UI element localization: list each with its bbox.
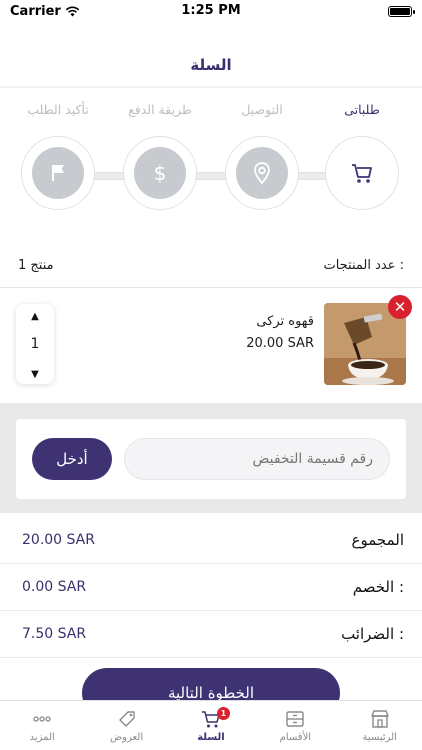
tax-label: الضرائب : — [341, 625, 404, 643]
tab-bar: المزيد العروض 1 السلة الأقسام الرئيسية — [0, 700, 422, 750]
tab-more[interactable]: المزيد — [0, 701, 84, 750]
coupon-section: أدخل — [0, 403, 422, 513]
status-bar: Carrier 1:25 PM — [0, 0, 422, 22]
product-name: قهوه تركى — [256, 314, 314, 329]
coupon-card: أدخل — [16, 419, 406, 499]
step-confirm-order[interactable]: تأكيد الطلب — [16, 100, 100, 210]
nav-divider — [0, 86, 422, 88]
step-label: طريقة الدفع — [128, 102, 192, 117]
cart-icon — [336, 147, 388, 199]
cart-badge: 1 — [216, 707, 230, 720]
battery-icon — [388, 5, 415, 17]
tax-value: 7.50 SAR — [22, 626, 87, 642]
tab-offers[interactable]: العروض — [85, 701, 169, 750]
discount-value: 0.00 SAR — [22, 579, 87, 595]
dollar-icon: $ — [134, 147, 186, 199]
product-count-label: عدد المنتجات : — [323, 257, 404, 273]
status-time: 1:25 PM — [181, 3, 241, 18]
tab-label: السلة — [197, 732, 225, 743]
discount-row: 0.00 SAR الخصم : — [0, 564, 422, 611]
tab-label: الأقسام — [279, 732, 312, 743]
quantity-value: 1 — [30, 336, 40, 352]
tab-label: الرئيسية — [362, 732, 397, 743]
step-delivery[interactable]: التوصيل — [220, 100, 304, 210]
order-totals: 20.00 SAR المجموع 0.00 SAR الخصم : 7.50 … — [0, 517, 422, 658]
product-price: 20.00 SAR — [246, 336, 314, 351]
increase-quantity-button[interactable]: ▲ — [16, 304, 54, 326]
tab-home[interactable]: الرئيسية — [338, 701, 422, 750]
step-my-orders[interactable]: طلباتى — [320, 100, 404, 210]
svg-text:$: $ — [154, 161, 167, 185]
quantity-stepper[interactable]: ▲ 1 ▼ — [16, 304, 54, 384]
coupon-code-input[interactable] — [124, 438, 390, 480]
store-icon — [371, 710, 389, 728]
page-title: السلة — [190, 56, 232, 74]
step-label: تأكيد الطلب — [27, 102, 89, 117]
more-dots-icon — [33, 716, 51, 722]
subtotal-row: 20.00 SAR المجموع — [0, 517, 422, 564]
location-pin-icon — [236, 147, 288, 199]
step-payment[interactable]: طريقة الدفع $ — [118, 100, 202, 210]
subtotal-label: المجموع — [351, 531, 404, 549]
flag-icon — [32, 147, 84, 199]
tab-label: العروض — [110, 732, 144, 743]
cart-item: ▲ 1 ▼ قهوه تركى 20.00 SAR ✕ — [0, 290, 422, 400]
decrease-quantity-button[interactable]: ▼ — [16, 362, 54, 384]
divider — [0, 287, 422, 288]
product-count-value: 1 منتج — [18, 257, 54, 273]
apply-coupon-button[interactable]: أدخل — [32, 438, 112, 480]
offer-tag-icon — [118, 711, 135, 727]
subtotal-value: 20.00 SAR — [22, 532, 95, 548]
categories-box-icon — [286, 711, 305, 727]
tab-label: المزيد — [29, 732, 55, 743]
remove-item-button[interactable]: ✕ — [388, 295, 412, 319]
tab-cart[interactable]: 1 السلة — [169, 701, 253, 750]
tab-categories[interactable]: الأقسام — [253, 701, 337, 750]
tax-row: 7.50 SAR الضرائب : — [0, 611, 422, 658]
step-label: التوصيل — [241, 102, 283, 117]
discount-label: الخصم : — [352, 578, 404, 596]
checkout-steps: طلباتى التوصيل طريقة الدفع $ تأكيد الطلب — [0, 100, 422, 220]
product-count-row: 1 منتج عدد المنتجات : — [0, 250, 422, 280]
steps-connector — [60, 172, 360, 180]
step-label: طلباتى — [344, 102, 380, 117]
